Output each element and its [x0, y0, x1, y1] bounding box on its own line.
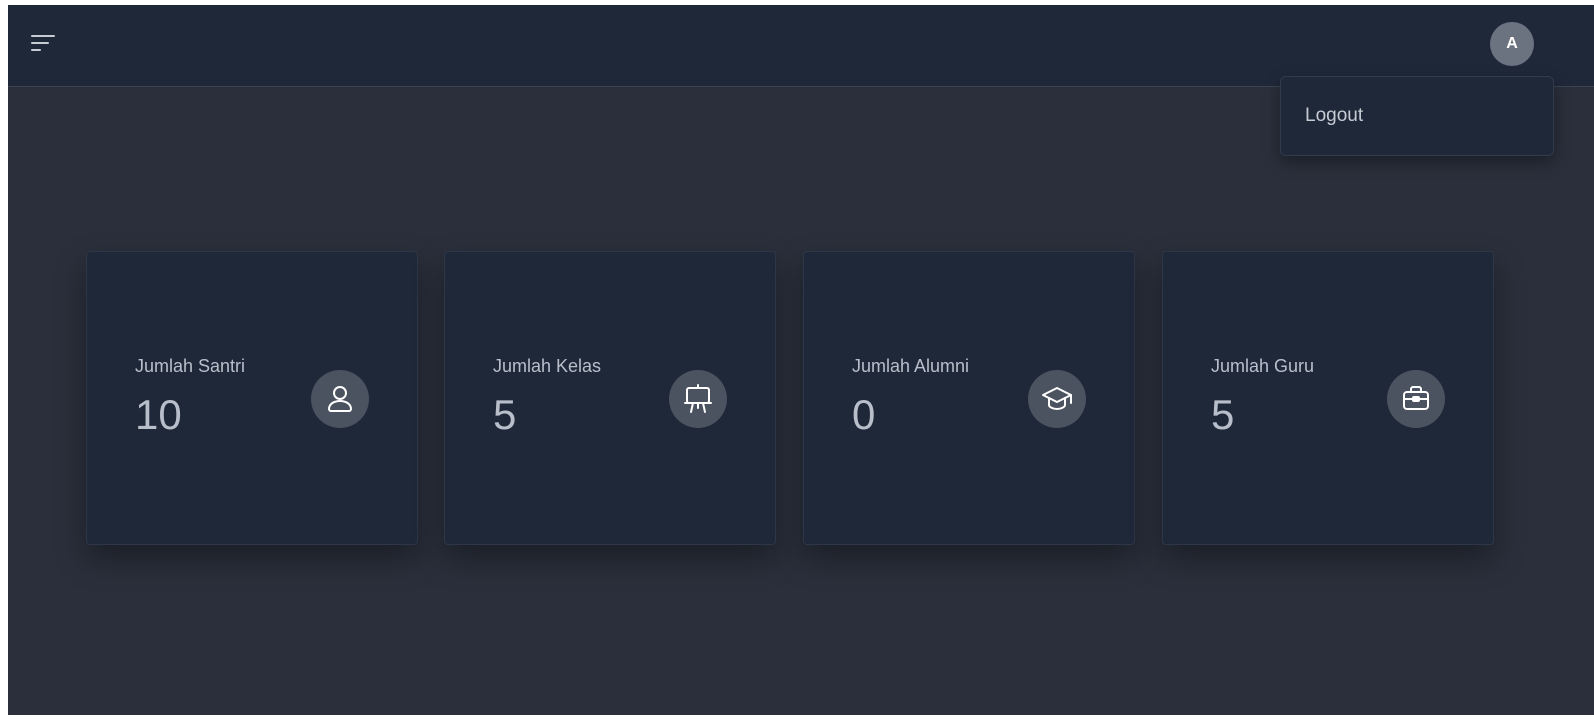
top-navbar: A — [8, 5, 1594, 87]
briefcase-icon — [1387, 370, 1445, 428]
user-dropdown-menu: Logout — [1280, 76, 1554, 156]
user-icon — [311, 370, 369, 428]
stat-label: Jumlah Kelas — [493, 356, 602, 376]
stat-value: 10 — [135, 391, 182, 438]
graduation-cap-icon — [1028, 370, 1086, 428]
presentation-board-icon — [669, 370, 727, 428]
stat-card-santri: Jumlah Santri 10 — [86, 251, 418, 545]
stat-label: Jumlah Santri — [135, 356, 246, 376]
stat-label: Jumlah Guru — [1211, 356, 1315, 376]
user-avatar[interactable]: A — [1490, 22, 1534, 66]
stat-label: Jumlah Alumni — [852, 356, 970, 376]
stat-card-kelas: Jumlah Kelas 5 — [444, 251, 776, 545]
logout-menu-item[interactable]: Logout — [1305, 105, 1363, 127]
avatar-initial: A — [1506, 35, 1518, 52]
stat-card-guru: Jumlah Guru 5 — [1162, 251, 1494, 545]
dashboard-app: A Logout Jumlah Santri 10 Jumlah Kelas 5 — [8, 5, 1594, 715]
stat-card-alumni: Jumlah Alumni 0 — [803, 251, 1135, 545]
stat-value: 0 — [852, 391, 876, 438]
hamburger-menu-icon[interactable] — [30, 33, 56, 55]
stat-value: 5 — [493, 391, 517, 438]
stat-value: 5 — [1211, 391, 1235, 438]
